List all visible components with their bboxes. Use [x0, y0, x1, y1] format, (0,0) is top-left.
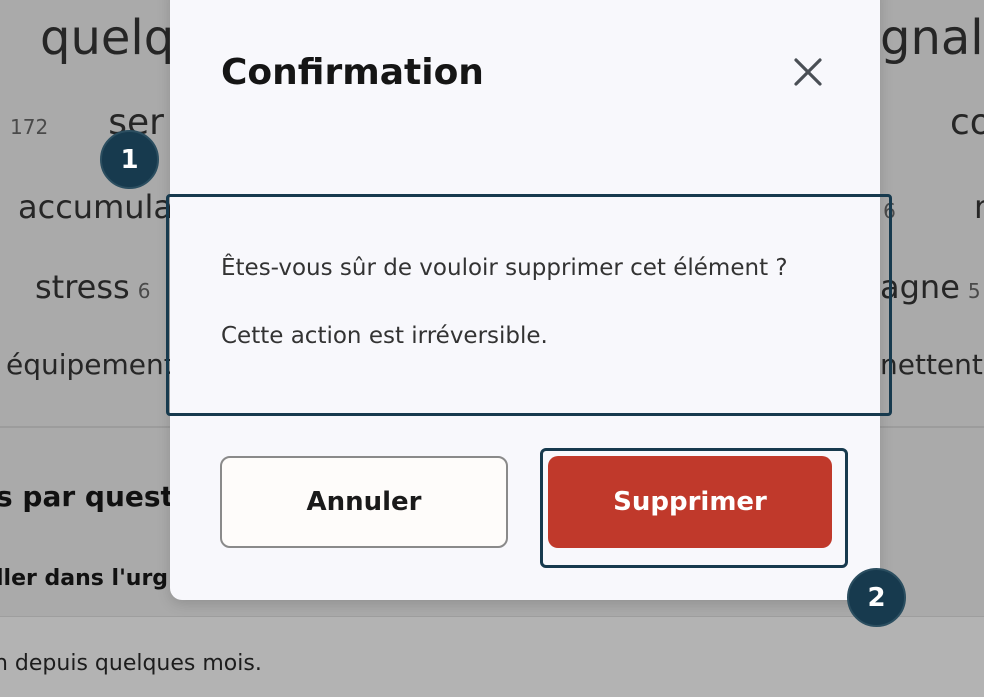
confirmation-dialog: Confirmation Êtes-vous sûr de vouloir su…: [166, 0, 892, 600]
cloud-word-text: stress: [35, 268, 130, 306]
close-button[interactable]: [788, 52, 828, 92]
cloud-word-count: 172: [10, 115, 49, 139]
cloud-word: co: [950, 102, 984, 143]
cloud-word: stress 6: [35, 268, 150, 306]
cloud-word: nettent: [880, 348, 983, 381]
answer-card: n depuis quelques mois.: [0, 616, 984, 697]
cloud-word-count: 5: [967, 279, 981, 303]
cloud-word: agne 5: [880, 268, 981, 306]
cloud-word: équipement: [6, 348, 175, 381]
delete-button[interactable]: Supprimer: [548, 456, 832, 548]
dialog-message-line1: Êtes-vous sûr de vouloir supprimer cet é…: [221, 255, 788, 281]
dialog-message: Êtes-vous sûr de vouloir supprimer cet é…: [166, 194, 892, 416]
dialog-message-line2: Cette action est irréversible.: [221, 323, 548, 349]
section-subtitle: ller dans l'urg: [0, 566, 169, 591]
answer-card-text: n depuis quelques mois.: [0, 651, 262, 676]
cloud-word-count: 6: [137, 279, 151, 303]
step-marker-1: 1: [100, 130, 159, 189]
cloud-word: n: [974, 188, 984, 226]
cloud-word: accumula: [18, 188, 174, 226]
close-icon: [794, 58, 822, 86]
cloud-word: gnale: [880, 10, 984, 66]
section-title: s par quest: [0, 480, 174, 513]
step-marker-2: 2: [847, 568, 906, 627]
cancel-button[interactable]: Annuler: [220, 456, 508, 548]
dialog-title: Confirmation: [221, 52, 484, 93]
